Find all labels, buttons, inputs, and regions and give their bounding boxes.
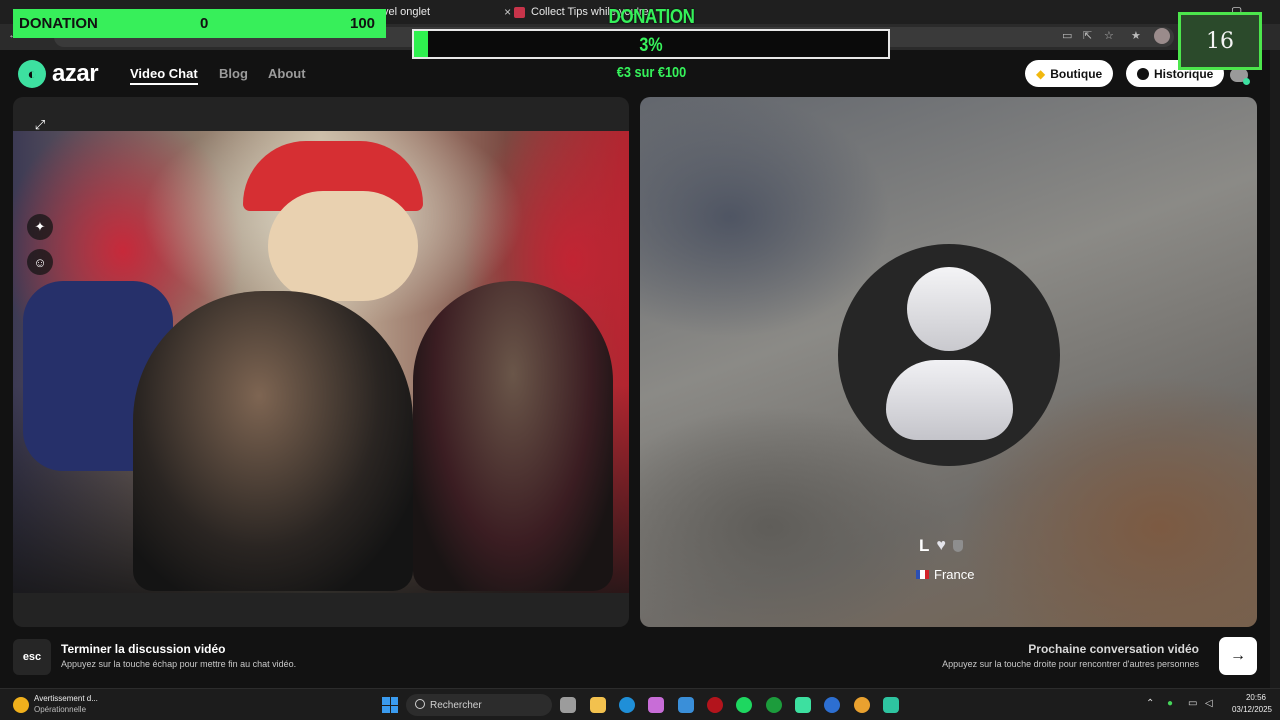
santa-mural-face — [268, 191, 418, 301]
copilot-icon[interactable] — [648, 697, 664, 713]
azar-logo[interactable]: ◐ azar — [18, 60, 99, 88]
donation-goal-title: DONATION — [608, 6, 695, 28]
taskbar-time[interactable]: 20:56 — [1232, 693, 1280, 702]
shield-badge-icon — [952, 540, 963, 552]
volume-icon[interactable]: ◁ — [1205, 698, 1213, 709]
task-view-icon[interactable] — [560, 697, 576, 713]
boutique-button[interactable]: ◆ Boutique — [1025, 60, 1114, 87]
taskbar-search-field[interactable]: Rechercher — [406, 694, 552, 716]
next-chat-hint: Appuyez sur la touche droite pour rencon… — [942, 659, 1199, 669]
nav-video-chat[interactable]: Video Chat — [130, 66, 198, 85]
france-flag-icon — [916, 570, 929, 579]
close-tab-icon[interactable]: × — [504, 5, 511, 19]
default-avatar-body-icon — [886, 360, 1013, 440]
tab-label: vel onglet — [383, 6, 431, 18]
favorite-star-icon[interactable]: ☆ — [1104, 29, 1114, 42]
taskbar-date[interactable]: 03/12/2025 — [1224, 705, 1280, 714]
partner-country: France — [934, 567, 975, 582]
donation-goal-amount: €3 sur €100 — [616, 64, 687, 81]
azar-app: ◐ azar Video Chat Blog About ◆ Boutique … — [0, 50, 1270, 688]
spotify-icon[interactable] — [736, 697, 752, 713]
next-chat-arrow-button[interactable]: → — [1219, 637, 1257, 675]
network-icon[interactable]: ▭ — [1188, 698, 1197, 709]
online-status-dot — [1243, 78, 1250, 85]
profile-avatar-icon[interactable] — [1154, 28, 1170, 44]
notification-title: Avertissement d... — [34, 694, 98, 703]
record-app-icon[interactable] — [707, 697, 723, 713]
end-chat-hint: Appuyez sur la touche échap pour mettre … — [61, 659, 297, 669]
donation-counter-overlay: DONATION 0 100 — [13, 9, 386, 38]
open-in-app-icon[interactable]: ⇱ — [1083, 29, 1092, 42]
donation-goal-progress-bar: 3% — [412, 29, 890, 59]
tray-overflow-icon[interactable]: ⌃ — [1146, 698, 1154, 709]
next-chat-title: Prochaine conversation vidéo — [1028, 642, 1199, 656]
cast-icon[interactable]: ▭ — [1062, 29, 1072, 42]
donation-current: 0 — [200, 15, 209, 32]
xbox-icon[interactable] — [766, 697, 782, 713]
azar-app-icon[interactable] — [795, 697, 811, 713]
search-icon — [415, 699, 425, 709]
partner-country-row: France — [916, 567, 974, 582]
donation-label: DONATION — [19, 15, 98, 32]
nav-blog[interactable]: Blog — [219, 66, 248, 81]
expand-icon[interactable]: ⤢ — [27, 112, 53, 138]
ccleaner-icon[interactable] — [824, 697, 840, 713]
donation-target: 100 — [350, 15, 376, 32]
default-avatar-head-icon — [907, 267, 991, 351]
heart-icon[interactable]: ♥ — [936, 537, 946, 555]
viewer-counter-overlay: 16 — [1178, 12, 1262, 70]
streaming-app-icon[interactable] — [883, 697, 899, 713]
my-camera-video — [13, 131, 629, 593]
clock-icon — [1137, 67, 1149, 80]
partner-video-panel: L ♥ France — [640, 97, 1257, 627]
tab-favicon-icon — [514, 6, 525, 18]
end-chat-esc-button[interactable]: esc — [13, 639, 51, 675]
favorites-icon[interactable]: ★ — [1131, 29, 1141, 42]
donation-goal-percent: 3% — [639, 35, 663, 56]
screen: vel onglet × Collect Tips while you're ▢… — [0, 0, 1280, 720]
warning-notification-icon[interactable] — [13, 697, 29, 713]
partner-name: L — [919, 536, 930, 555]
windows-start-icon[interactable] — [382, 697, 398, 713]
logo-text: azar — [52, 60, 99, 87]
file-explorer-icon[interactable] — [590, 697, 606, 713]
windows-taskbar: Avertissement d... Opérationnelle Recher… — [0, 688, 1280, 720]
azar-logo-icon: ◐ — [18, 60, 46, 88]
boutique-label: Boutique — [1050, 66, 1103, 81]
chrome-icon[interactable] — [854, 697, 870, 713]
edge-browser-icon[interactable] — [619, 697, 635, 713]
notification-subtitle: Opérationnelle — [34, 705, 87, 714]
streamer-person — [133, 291, 413, 591]
browser-tab-new[interactable]: vel onglet × — [383, 2, 511, 22]
end-chat-title: Terminer la discussion vidéo — [61, 642, 226, 656]
microphone-icon[interactable]: ● — [1167, 698, 1173, 709]
gem-icon: ◆ — [1036, 66, 1046, 81]
partner-name-row: L ♥ — [919, 536, 963, 556]
nav-about[interactable]: About — [268, 66, 306, 81]
store-icon[interactable] — [678, 697, 694, 713]
donation-goal-progress-fill — [414, 31, 429, 57]
face-filter-icon[interactable]: ☺ — [27, 249, 53, 275]
page-scrollbar[interactable] — [1270, 50, 1280, 688]
effects-sparkle-icon[interactable]: ✦ — [27, 214, 53, 240]
taskbar-search-label: Rechercher — [430, 699, 482, 711]
my-camera-panel: ⤢ ✦ ☺ — [13, 97, 629, 627]
second-person — [413, 281, 613, 591]
